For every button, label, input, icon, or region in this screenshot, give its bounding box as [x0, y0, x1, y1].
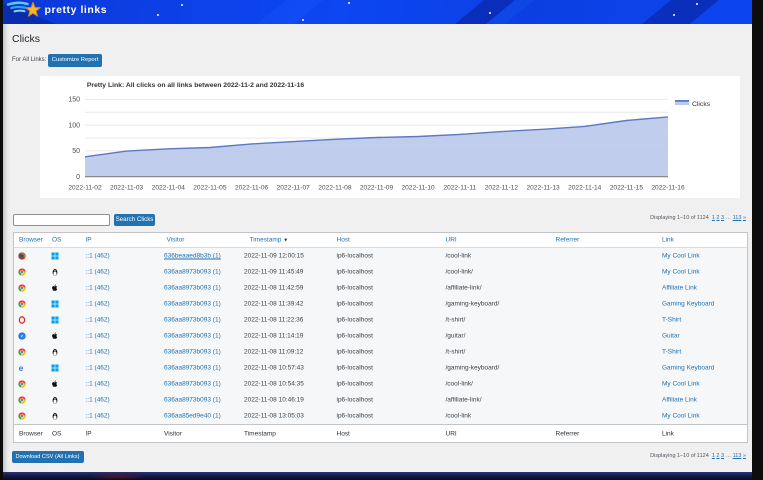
svg-text:150: 150 [68, 97, 80, 104]
svg-text:2022-11-07: 2022-11-07 [277, 185, 311, 192]
svg-text:2022-11-09: 2022-11-09 [360, 185, 394, 192]
svg-text:2022-11-16: 2022-11-16 [651, 185, 685, 192]
svg-text:Clicks: Clicks [692, 101, 711, 108]
svg-text:0: 0 [76, 174, 80, 181]
svg-text:2022-11-14: 2022-11-14 [568, 185, 602, 192]
svg-text:2022-11-11: 2022-11-11 [443, 185, 476, 192]
svg-text:100: 100 [68, 122, 80, 129]
svg-text:2022-11-05: 2022-11-05 [193, 185, 227, 192]
svg-text:2022-11-12: 2022-11-12 [485, 185, 519, 192]
svg-text:2022-11-08: 2022-11-08 [318, 185, 352, 192]
svg-text:2022-11-15: 2022-11-15 [610, 185, 644, 192]
svg-text:2022-11-03: 2022-11-03 [110, 185, 144, 192]
svg-text:e: e [18, 364, 23, 372]
svg-text:2022-11-02: 2022-11-02 [68, 185, 102, 192]
svg-text:2022-11-13: 2022-11-13 [526, 185, 560, 192]
svg-text:2022-11-06: 2022-11-06 [235, 185, 269, 192]
svg-text:2022-11-04: 2022-11-04 [152, 185, 186, 192]
svg-text:50: 50 [72, 148, 80, 155]
svg-text:2022-11-10: 2022-11-10 [401, 185, 435, 192]
